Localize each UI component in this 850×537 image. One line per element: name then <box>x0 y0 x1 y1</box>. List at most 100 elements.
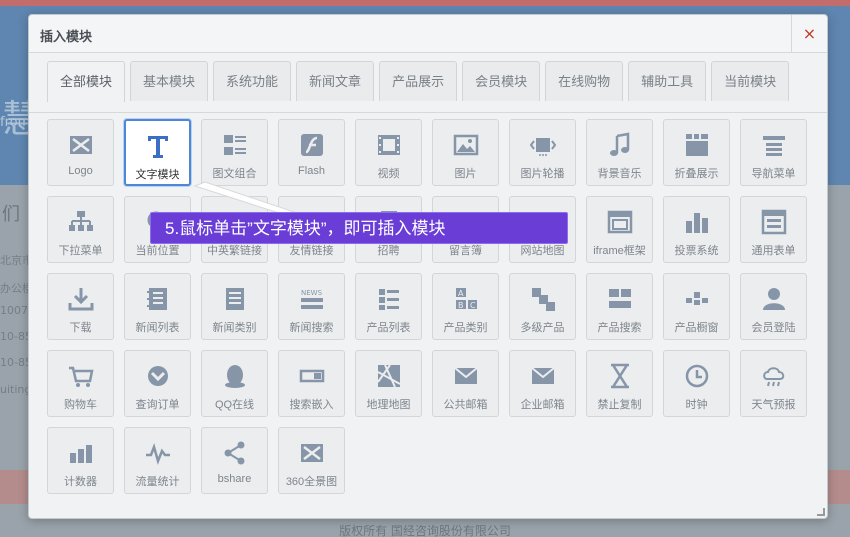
flash-icon <box>297 130 327 160</box>
module-tile[interactable]: 背景音乐 <box>586 119 653 186</box>
module-label: 企业邮箱 <box>520 399 565 411</box>
tab-0[interactable]: 全部模块 <box>47 61 126 102</box>
video-icon <box>374 130 404 160</box>
module-tile[interactable]: 视频 <box>355 119 422 186</box>
news-list-icon <box>143 284 173 314</box>
tab-8[interactable]: 当前模块 <box>711 61 790 101</box>
module-tile[interactable]: 导航菜单 <box>740 119 807 186</box>
module-label: 地理地图 <box>366 399 411 411</box>
module-label: 流量统计 <box>135 476 180 488</box>
search-embed-icon <box>297 361 327 391</box>
module-tile[interactable]: 新闻列表 <box>124 273 191 340</box>
module-tile[interactable]: 查询订单 <box>124 350 191 417</box>
module-tile[interactable]: 投票系统 <box>663 196 730 263</box>
carousel-icon <box>528 130 558 160</box>
image-text-icon <box>220 130 250 160</box>
module-tile[interactable]: 图片轮播 <box>509 119 576 186</box>
clock-icon <box>682 361 712 391</box>
mail-icon <box>451 361 481 391</box>
module-tile[interactable]: 下载 <box>47 273 114 340</box>
close-icon[interactable]: × <box>791 15 827 53</box>
module-tile[interactable]: 折叠展示 <box>663 119 730 186</box>
svg-text:NEWS: NEWS <box>301 289 323 297</box>
share-icon <box>220 438 250 468</box>
tab-4[interactable]: 产品展示 <box>379 61 458 101</box>
module-label: 网站地图 <box>520 245 565 257</box>
tab-3[interactable]: 新闻文章 <box>296 61 375 101</box>
module-label: 图文组合 <box>212 168 257 180</box>
module-tile[interactable]: bshare <box>201 427 268 494</box>
tab-bar: 全部模块 基本模块 系统功能 新闻文章 产品展示 会员模块 在线购物 辅助工具 当前模块 <box>29 53 827 113</box>
module-tile[interactable]: 天气预报 <box>740 350 807 417</box>
module-label: 产品橱窗 <box>674 322 719 334</box>
module-tile[interactable]: 计数器 <box>47 427 114 494</box>
module-tile[interactable]: 企业邮箱 <box>509 350 576 417</box>
module-label: 图片轮播 <box>520 168 565 180</box>
module-tile[interactable]: 地理地图 <box>355 350 422 417</box>
iframe-icon <box>605 207 635 237</box>
module-tile[interactable]: A B C 产品类别 <box>432 273 499 340</box>
svg-text:C: C <box>470 301 476 310</box>
module-tile[interactable]: 会员登陆 <box>740 273 807 340</box>
news-search-icon: NEWS <box>297 284 327 314</box>
module-tile[interactable]: 通用表单 <box>740 196 807 263</box>
dialog-header: 插入模块 × <box>29 15 827 53</box>
module-label: 新闻列表 <box>135 322 180 334</box>
download-icon <box>66 284 96 314</box>
module-label: 产品搜索 <box>597 322 642 334</box>
module-tile[interactable]: Logo <box>47 119 114 186</box>
picture-icon <box>451 130 481 160</box>
module-tile[interactable]: 搜索嵌入 <box>278 350 345 417</box>
nav-menu-icon <box>759 130 789 160</box>
module-tile[interactable]: 图文组合 <box>201 119 268 186</box>
module-tile[interactable]: 多级产品 <box>509 273 576 340</box>
logo-icon <box>66 130 96 160</box>
module-tile[interactable]: 产品搜索 <box>586 273 653 340</box>
module-tile[interactable]: 文字模块 <box>124 119 191 186</box>
resize-handle-icon[interactable] <box>817 508 825 516</box>
module-label: 时钟 <box>685 399 708 411</box>
module-tile[interactable]: QQ在线 <box>201 350 268 417</box>
tab-1[interactable]: 基本模块 <box>130 61 209 101</box>
module-tile[interactable]: 图片 <box>432 119 499 186</box>
tab-6[interactable]: 在线购物 <box>545 61 624 101</box>
tab-2[interactable]: 系统功能 <box>213 61 292 101</box>
no-copy-icon <box>605 361 635 391</box>
module-label: 多级产品 <box>520 322 565 334</box>
vote-icon <box>682 207 712 237</box>
module-grid: Logo 文字模块 图文组合 Flash 视频 图片 图片轮播 背景音乐 折叠展示 导航菜单下拉菜… <box>47 119 817 494</box>
module-tile[interactable]: Flash <box>278 119 345 186</box>
map-icon <box>374 361 404 391</box>
tab-7[interactable]: 辅助工具 <box>628 61 707 101</box>
module-label: 留言簿 <box>449 245 482 257</box>
module-tile[interactable]: 新闻类别 <box>201 273 268 340</box>
traffic-icon <box>143 438 173 468</box>
product-search-icon <box>605 284 635 314</box>
module-label: bshare <box>217 473 252 485</box>
banner-subtitle-fragment: from <box>0 115 31 130</box>
module-tile[interactable]: 产品列表 <box>355 273 422 340</box>
module-tile[interactable]: 公共邮箱 <box>432 350 499 417</box>
module-tile[interactable]: 产品橱窗 <box>663 273 730 340</box>
module-tile[interactable]: 360全景图 <box>278 427 345 494</box>
form-icon <box>759 207 789 237</box>
module-tile[interactable]: 禁止复制 <box>586 350 653 417</box>
module-label: 新闻搜索 <box>289 322 334 334</box>
module-label: 产品类别 <box>443 322 488 334</box>
module-tile[interactable]: 流量统计 <box>124 427 191 494</box>
svg-text:A: A <box>458 289 464 298</box>
dialog-title: 插入模块 <box>40 29 93 44</box>
module-label: 背景音乐 <box>597 168 642 180</box>
tab-5[interactable]: 会员模块 <box>462 61 541 101</box>
module-label: 导航菜单 <box>751 168 796 180</box>
module-label: 视频 <box>377 168 400 180</box>
background-contact-line: uiting <box>0 383 32 396</box>
module-tile[interactable]: iframe框架 <box>586 196 653 263</box>
module-tile[interactable]: 时钟 <box>663 350 730 417</box>
module-tile[interactable]: 下拉菜单 <box>47 196 114 263</box>
module-label: 购物车 <box>64 399 97 411</box>
qq-icon <box>220 361 250 391</box>
module-tile[interactable]: 购物车 <box>47 350 114 417</box>
module-tile[interactable]: NEWS 新闻搜索 <box>278 273 345 340</box>
dropdown-tree-icon <box>66 207 96 237</box>
